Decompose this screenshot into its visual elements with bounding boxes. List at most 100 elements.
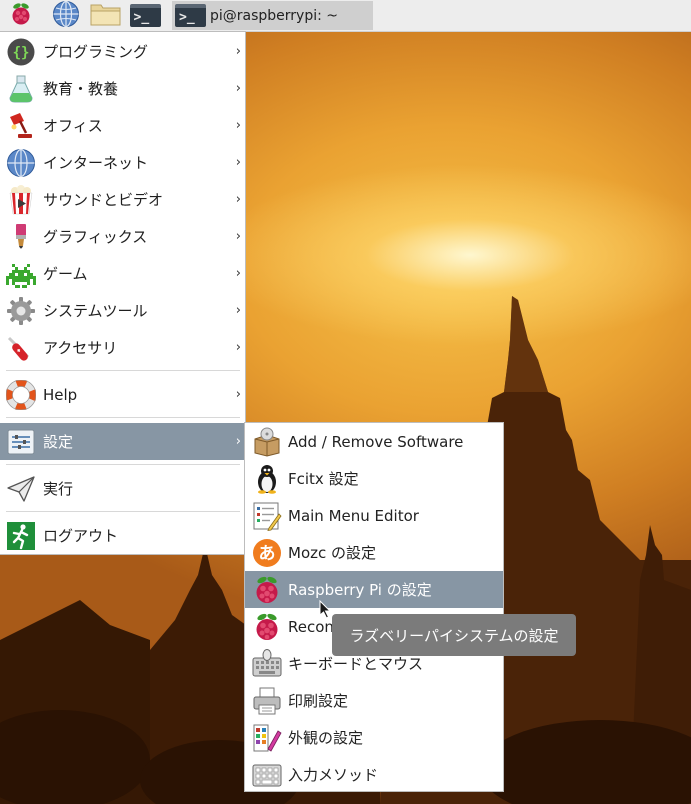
printer-icon: [250, 684, 284, 718]
submenu-item-label: Add / Remove Software: [288, 432, 464, 451]
menu-item-accessories[interactable]: アクセサリ ›: [0, 329, 245, 366]
menu-separator: [6, 464, 240, 465]
folder-icon: [89, 1, 123, 31]
svg-text:{}: {}: [13, 45, 30, 61]
chevron-right-icon: ›: [235, 340, 241, 355]
chevron-right-icon: ›: [235, 303, 241, 318]
menu-item-run[interactable]: 実行: [0, 470, 245, 507]
chevron-right-icon: ›: [235, 118, 241, 133]
menu-item-label: 実行: [43, 480, 74, 498]
file-manager-launcher[interactable]: [88, 2, 124, 29]
submenu-item-fcitx-settings[interactable]: Fcitx 設定: [245, 460, 503, 497]
submenu-item-input-method[interactable]: 入力メソッド: [245, 756, 503, 793]
menu-item-label: プログラミング: [43, 43, 149, 61]
mozc-icon: あ: [250, 536, 284, 570]
taskbar: >_ >_ pi@raspberrypi: ~: [0, 0, 691, 32]
input-method-icon: [250, 758, 284, 792]
terminal-prompt-glyph: >_: [133, 10, 150, 25]
chevron-right-icon: ›: [235, 434, 241, 449]
menu-item-label: アクセサリ: [43, 339, 118, 357]
exit-runner-icon: [4, 519, 38, 553]
menu-editor-icon: [250, 499, 284, 533]
menu-item-label: 設定: [43, 433, 74, 451]
lifebuoy-icon: [4, 378, 38, 412]
palette-icon: [250, 721, 284, 755]
svg-text:あ: あ: [259, 544, 276, 564]
submenu-item-add-remove-software[interactable]: Add / Remove Software: [245, 423, 503, 460]
menu-item-label: グラフィックス: [43, 228, 148, 246]
menu-item-games[interactable]: ゲーム ›: [0, 255, 245, 292]
menu-item-logout[interactable]: ログアウト: [0, 517, 245, 554]
submenu-item-print-settings[interactable]: 印刷設定: [245, 682, 503, 719]
menu-separator: [6, 417, 240, 418]
chevron-right-icon: ›: [235, 229, 241, 244]
settings-sliders-icon: [4, 425, 38, 459]
submenu-item-appearance-settings[interactable]: 外観の設定: [245, 719, 503, 756]
menu-item-preferences[interactable]: 設定 ›: [0, 423, 245, 460]
terminal-icon: >_: [129, 4, 161, 27]
raspberry-icon: [250, 573, 284, 607]
braces-icon: {}: [4, 35, 38, 69]
chevron-right-icon: ›: [235, 44, 241, 59]
submenu-item-label: Raspberry Pi の設定: [288, 581, 432, 599]
penguin-icon: [250, 462, 284, 496]
raspberry-menu-button[interactable]: [4, 2, 38, 29]
submenu-item-label: Mozc の設定: [288, 544, 377, 562]
desk-lamp-icon: [4, 109, 38, 143]
chevron-right-icon: ›: [235, 81, 241, 96]
settings-submenu: Add / Remove Software Fcitx 設定 Main Menu…: [244, 422, 504, 792]
submenu-item-label: 入力メソッド: [288, 766, 379, 784]
terminal-prompt-glyph: >_: [179, 10, 195, 25]
taskbar-window-title: pi@raspberrypi: ~: [210, 7, 339, 24]
submenu-item-mozc-settings[interactable]: あ Mozc の設定: [245, 534, 503, 571]
menu-item-label: インターネット: [43, 154, 149, 172]
tooltip: ラズベリーパイシステムの設定: [332, 614, 576, 656]
paintbrush-icon: [4, 220, 38, 254]
menu-item-label: Help: [43, 385, 78, 404]
menu-item-help[interactable]: Help ›: [0, 376, 245, 413]
submenu-item-label: 外観の設定: [288, 729, 364, 747]
menu-separator: [6, 511, 240, 512]
menu-item-label: ゲーム: [43, 265, 88, 283]
menu-item-sound-video[interactable]: サウンドとビデオ ›: [0, 181, 245, 218]
gear-icon: [4, 294, 38, 328]
chevron-right-icon: ›: [235, 192, 241, 207]
menu-item-internet[interactable]: インターネット ›: [0, 144, 245, 181]
popcorn-icon: [4, 183, 38, 217]
submenu-item-label: 印刷設定: [288, 692, 349, 710]
menu-item-label: システムツール: [43, 302, 148, 320]
menu-separator: [6, 370, 240, 371]
terminal-icon: >_: [175, 4, 206, 27]
submenu-item-raspberry-pi-config[interactable]: Raspberry Pi の設定: [245, 571, 503, 608]
space-invader-icon: [4, 257, 38, 291]
menu-item-label: 教育・教養: [43, 80, 119, 98]
menu-item-office[interactable]: オフィス ›: [0, 107, 245, 144]
taskbar-window-button[interactable]: >_ pi@raspberrypi: ~: [172, 1, 373, 30]
menu-item-label: ログアウト: [43, 527, 119, 545]
menu-item-label: サウンドとビデオ: [43, 191, 164, 209]
package-icon: [250, 425, 284, 459]
raspberry-icon: [250, 610, 284, 644]
pocket-knife-icon: [4, 331, 38, 365]
flask-icon: [4, 72, 38, 106]
submenu-item-main-menu-editor[interactable]: Main Menu Editor: [245, 497, 503, 534]
globe-icon: [4, 146, 38, 180]
browser-launcher[interactable]: [50, 0, 82, 32]
menu-item-label: オフィス: [43, 117, 103, 135]
terminal-launcher[interactable]: >_: [128, 2, 162, 29]
menu-item-graphics[interactable]: グラフィックス ›: [0, 218, 245, 255]
chevron-right-icon: ›: [235, 155, 241, 170]
mouse-cursor-icon: [319, 599, 333, 624]
submenu-item-label: Fcitx 設定: [288, 470, 359, 488]
submenu-item-label: キーボードとマウス: [288, 655, 424, 673]
keyboard-mouse-icon: [250, 647, 284, 681]
globe-icon: [52, 0, 80, 32]
menu-item-programming[interactable]: {} プログラミング ›: [0, 33, 245, 70]
paper-plane-icon: [4, 472, 38, 506]
raspberry-menu-icon: [8, 1, 34, 31]
menu-item-education[interactable]: 教育・教養 ›: [0, 70, 245, 107]
application-menu: {} プログラミング › 教育・教養 › オフィス › インターネット › サウ…: [0, 31, 246, 555]
submenu-item-label: Main Menu Editor: [288, 506, 419, 525]
chevron-right-icon: ›: [235, 387, 241, 402]
menu-item-system-tools[interactable]: システムツール ›: [0, 292, 245, 329]
